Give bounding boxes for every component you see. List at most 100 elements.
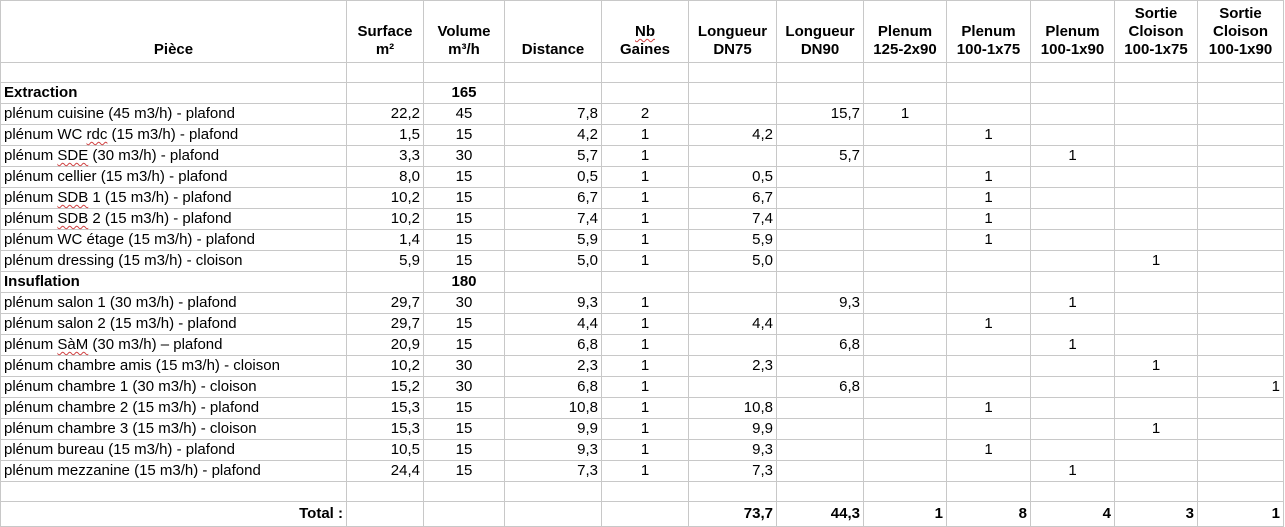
cell-p75[interactable] xyxy=(946,292,1031,314)
cell-nb[interactable]: 1 xyxy=(601,439,689,461)
cell-s90[interactable] xyxy=(1197,418,1284,440)
empty-cell[interactable] xyxy=(1197,82,1284,104)
cell-nb[interactable]: 1 xyxy=(601,355,689,377)
cell-s90[interactable] xyxy=(1197,397,1284,419)
cell-distance[interactable]: 6,7 xyxy=(504,187,602,209)
cell-p125[interactable] xyxy=(863,313,947,335)
piece-cell[interactable]: plénum salon 1 (30 m3/h) - plafond xyxy=(0,292,347,314)
empty-cell[interactable] xyxy=(776,82,864,104)
cell-dn75[interactable]: 4,4 xyxy=(688,313,777,335)
cell-nb[interactable]: 1 xyxy=(601,166,689,188)
empty-cell[interactable] xyxy=(1030,82,1115,104)
cell-dn75[interactable] xyxy=(688,145,777,167)
cell-p90[interactable]: 1 xyxy=(1030,460,1115,482)
cell-dn75[interactable]: 7,3 xyxy=(688,460,777,482)
cell-p90[interactable]: 1 xyxy=(1030,334,1115,356)
empty-cell[interactable] xyxy=(601,481,689,502)
cell-distance[interactable]: 5,9 xyxy=(504,229,602,251)
empty-cell[interactable] xyxy=(946,271,1031,293)
cell-surface[interactable]: 29,7 xyxy=(346,292,424,314)
total-dn90[interactable]: 44,3 xyxy=(776,501,864,527)
cell-p125[interactable] xyxy=(863,229,947,251)
empty-cell[interactable] xyxy=(946,82,1031,104)
empty-cell[interactable] xyxy=(1114,481,1198,502)
piece-cell[interactable]: plénum salon 2 (15 m3/h) - plafond xyxy=(0,313,347,335)
piece-cell[interactable]: plénum chambre 1 (30 m3/h) - cloison xyxy=(0,376,347,398)
empty-cell[interactable] xyxy=(504,271,602,293)
cell-nb[interactable]: 1 xyxy=(601,250,689,272)
empty-cell[interactable] xyxy=(504,82,602,104)
cell-p90[interactable] xyxy=(1030,187,1115,209)
cell-p75[interactable] xyxy=(946,418,1031,440)
header-sortie-75[interactable]: Sortie Cloison 100-1x75 xyxy=(1114,0,1198,63)
cell-volume[interactable]: 30 xyxy=(423,355,505,377)
cell-s75[interactable]: 1 xyxy=(1114,355,1198,377)
piece-cell[interactable]: plénum dressing (15 m3/h) - cloison xyxy=(0,250,347,272)
cell-p125[interactable] xyxy=(863,187,947,209)
cell-distance[interactable]: 5,0 xyxy=(504,250,602,272)
header-nb-gaines[interactable]: Nb Gaines xyxy=(601,0,689,63)
cell-volume[interactable]: 15 xyxy=(423,418,505,440)
cell-distance[interactable]: 4,2 xyxy=(504,124,602,146)
total-s90[interactable]: 1 xyxy=(1197,501,1284,527)
cell-p75[interactable]: 1 xyxy=(946,439,1031,461)
piece-cell[interactable]: plénum chambre 3 (15 m3/h) - cloison xyxy=(0,418,347,440)
cell-p90[interactable]: 1 xyxy=(1030,145,1115,167)
header-longueur-dn75[interactable]: Longueur DN75 xyxy=(688,0,777,63)
cell-volume[interactable]: 30 xyxy=(423,145,505,167)
header-sortie-90[interactable]: Sortie Cloison 100-1x90 xyxy=(1197,0,1284,63)
cell-nb[interactable]: 1 xyxy=(601,376,689,398)
cell-surface[interactable]: 10,5 xyxy=(346,439,424,461)
cell-volume[interactable]: 30 xyxy=(423,292,505,314)
piece-cell[interactable]: plénum bureau (15 m3/h) - plafond xyxy=(0,439,347,461)
cell-surface[interactable]: 10,2 xyxy=(346,187,424,209)
piece-cell[interactable]: plénum WC rdc (15 m3/h) - plafond xyxy=(0,124,347,146)
cell-surface[interactable]: 5,9 xyxy=(346,250,424,272)
cell-s90[interactable] xyxy=(1197,145,1284,167)
cell-p125[interactable] xyxy=(863,439,947,461)
cell-distance[interactable]: 6,8 xyxy=(504,334,602,356)
cell-p125[interactable]: 1 xyxy=(863,103,947,125)
cell-s75[interactable] xyxy=(1114,376,1198,398)
cell-nb[interactable]: 1 xyxy=(601,124,689,146)
empty-cell[interactable] xyxy=(1197,271,1284,293)
cell-dn90[interactable] xyxy=(776,460,864,482)
cell-p90[interactable]: 1 xyxy=(1030,292,1115,314)
cell-volume[interactable]: 15 xyxy=(423,166,505,188)
cell-p125[interactable] xyxy=(863,124,947,146)
cell-dn75[interactable]: 5,0 xyxy=(688,250,777,272)
cell-s90[interactable] xyxy=(1197,124,1284,146)
empty-cell[interactable] xyxy=(346,501,424,527)
empty-cell[interactable] xyxy=(688,271,777,293)
empty-cell[interactable] xyxy=(1197,481,1284,502)
cell-p90[interactable] xyxy=(1030,208,1115,230)
cell-s75[interactable] xyxy=(1114,124,1198,146)
cell-p90[interactable] xyxy=(1030,418,1115,440)
cell-nb[interactable]: 1 xyxy=(601,313,689,335)
cell-p90[interactable] xyxy=(1030,124,1115,146)
cell-s90[interactable] xyxy=(1197,439,1284,461)
cell-s90[interactable] xyxy=(1197,166,1284,188)
cell-s75[interactable] xyxy=(1114,145,1198,167)
empty-cell[interactable] xyxy=(0,62,347,83)
cell-nb[interactable]: 1 xyxy=(601,292,689,314)
cell-p90[interactable] xyxy=(1030,397,1115,419)
cell-volume[interactable]: 15 xyxy=(423,124,505,146)
cell-nb[interactable]: 1 xyxy=(601,397,689,419)
piece-cell[interactable]: plénum SDE (30 m3/h) - plafond xyxy=(0,145,347,167)
cell-nb[interactable]: 2 xyxy=(601,103,689,125)
cell-distance[interactable]: 2,3 xyxy=(504,355,602,377)
cell-p90[interactable] xyxy=(1030,229,1115,251)
piece-cell[interactable]: plénum cuisine (45 m3/h) - plafond xyxy=(0,103,347,125)
empty-cell[interactable] xyxy=(863,481,947,502)
cell-distance[interactable]: 4,4 xyxy=(504,313,602,335)
cell-p75[interactable] xyxy=(946,103,1031,125)
cell-surface[interactable]: 8,0 xyxy=(346,166,424,188)
empty-cell[interactable] xyxy=(601,271,689,293)
total-dn75[interactable]: 73,7 xyxy=(688,501,777,527)
cell-dn75[interactable]: 2,3 xyxy=(688,355,777,377)
cell-p90[interactable] xyxy=(1030,439,1115,461)
cell-dn90[interactable]: 5,7 xyxy=(776,145,864,167)
cell-s75[interactable] xyxy=(1114,187,1198,209)
cell-p125[interactable] xyxy=(863,208,947,230)
